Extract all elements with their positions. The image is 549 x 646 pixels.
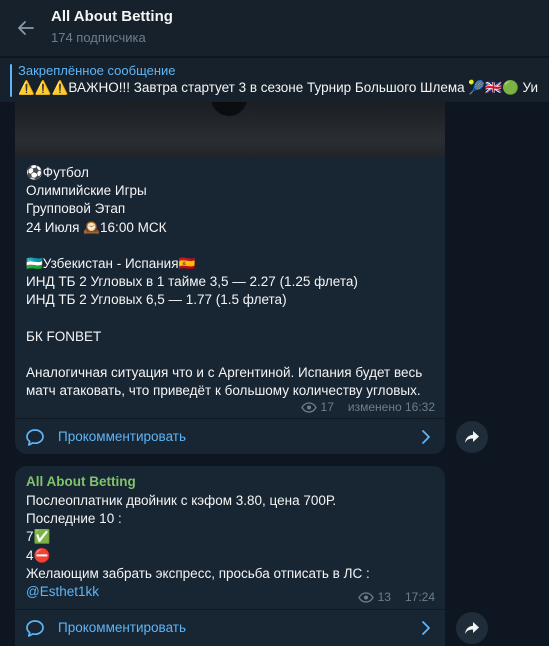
pinned-label: Закреплённое сообщение bbox=[18, 63, 176, 78]
comment-bubble-icon bbox=[26, 620, 44, 637]
share-button[interactable] bbox=[456, 612, 488, 644]
subscriber-count: 174 подписчика bbox=[51, 30, 146, 45]
comment-button[interactable]: Прокомментировать bbox=[15, 419, 445, 454]
pinned-text: ⚠️⚠️⚠️ВАЖНО!!! Завтра стартует 3 в сезон… bbox=[18, 80, 539, 95]
view-count: 17 bbox=[320, 400, 334, 414]
message-text: Послеоплатник двойник с кэфом 3.80, цена… bbox=[26, 493, 370, 600]
message-bubble: ⚽Футбол Олимпийские Игры Групповой Этап … bbox=[15, 102, 445, 454]
view-count: 13 bbox=[377, 590, 391, 604]
arrow-left-icon bbox=[18, 21, 34, 35]
message-bubble: All About Betting Послеоплатник двойник … bbox=[15, 466, 445, 646]
message-text: ⚽Футбол Олимпийские Игры Групповой Этап … bbox=[26, 165, 423, 399]
comment-button[interactable]: Прокомментировать bbox=[15, 610, 445, 646]
chevron-right-icon bbox=[422, 621, 430, 635]
username-link[interactable]: @Esthet1kk bbox=[26, 584, 99, 599]
edited-time: изменено 16:32 bbox=[347, 400, 435, 414]
share-arrow-icon bbox=[465, 431, 479, 443]
sender-name[interactable]: All About Betting bbox=[26, 474, 136, 489]
eye-icon bbox=[300, 401, 317, 413]
share-arrow-icon bbox=[465, 622, 479, 634]
comment-label: Прокомментировать bbox=[58, 620, 186, 635]
comment-label: Прокомментировать bbox=[58, 429, 186, 444]
chat-header: All About Betting 174 подписчика bbox=[0, 0, 549, 56]
message-meta: 13 17:24 bbox=[357, 590, 435, 604]
back-button[interactable] bbox=[12, 14, 40, 42]
pinned-indicator bbox=[10, 64, 12, 97]
photo-detail bbox=[211, 102, 247, 116]
comment-bubble-icon bbox=[26, 429, 44, 446]
chevron-right-icon bbox=[422, 430, 430, 444]
message-meta: 17 изменено 16:32 bbox=[300, 400, 435, 414]
channel-title[interactable]: All About Betting bbox=[51, 8, 173, 25]
share-button[interactable] bbox=[456, 421, 488, 453]
eye-icon bbox=[357, 591, 374, 603]
pinned-message-bar[interactable]: Закреплённое сообщение ⚠️⚠️⚠️ВАЖНО!!! За… bbox=[0, 57, 549, 102]
message-time: 17:24 bbox=[404, 590, 435, 604]
post-photo[interactable] bbox=[15, 102, 445, 158]
